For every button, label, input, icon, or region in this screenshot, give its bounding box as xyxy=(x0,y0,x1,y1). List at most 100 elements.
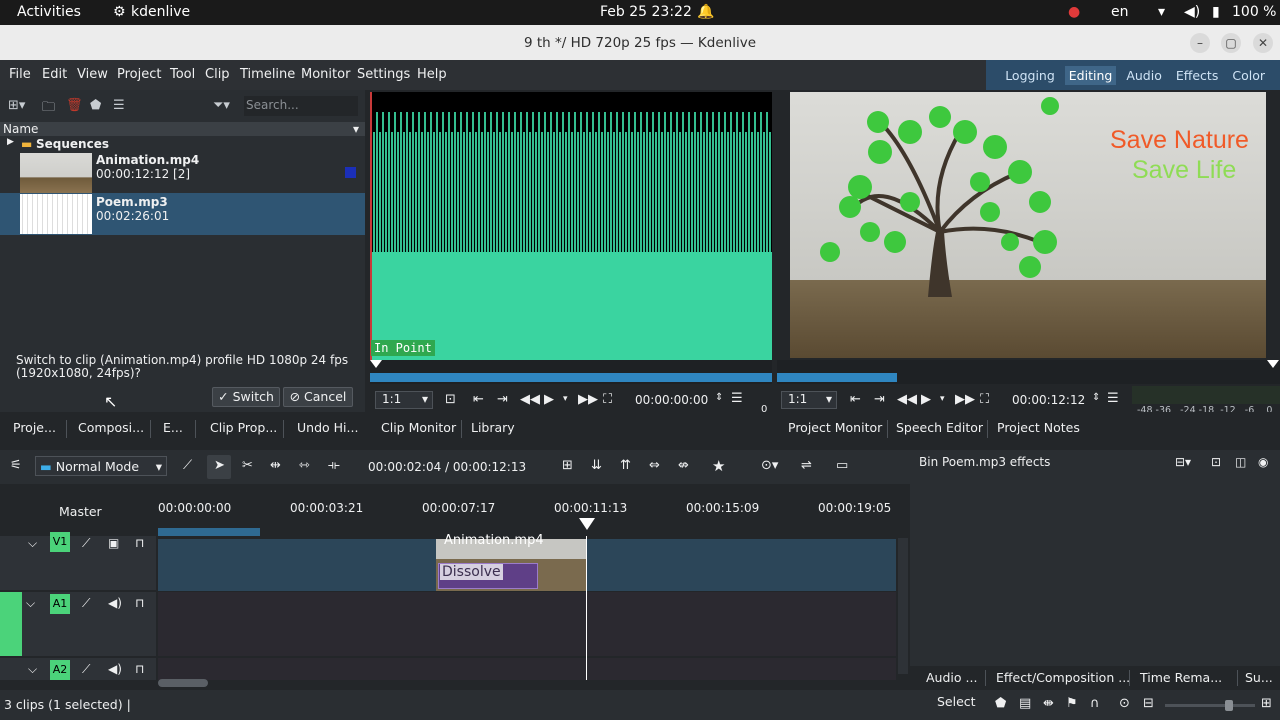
project-monitor-view[interactable]: Save Nature Save Life xyxy=(790,92,1266,358)
spinner-icon[interactable]: ⇕ xyxy=(715,392,723,403)
project-timecode[interactable]: 00:00:12:12 xyxy=(1012,393,1085,407)
favorite-star-icon[interactable]: ★ xyxy=(712,457,725,475)
menu-tool[interactable]: Tool xyxy=(170,67,195,82)
layout-audio[interactable]: Audio xyxy=(1122,66,1166,85)
search-input[interactable]: Search... xyxy=(244,96,358,116)
tab-time-remap[interactable]: Time Rema... xyxy=(1140,670,1222,685)
tab-effect-composition[interactable]: Effect/Composition ... xyxy=(996,670,1130,685)
layout-logging[interactable]: Logging xyxy=(1001,66,1059,85)
play-icon[interactable]: ▶ xyxy=(544,392,554,407)
clip-timecode[interactable]: 00:00:00:00 xyxy=(635,393,708,407)
tab-undo-history[interactable]: Undo Hi... xyxy=(297,420,358,435)
layout-editing[interactable]: Editing xyxy=(1064,65,1117,85)
set-out-point-icon[interactable]: ⇥ xyxy=(874,392,885,407)
effects-wand-icon[interactable]: ⟋ xyxy=(82,596,90,611)
tab-clip-monitor[interactable]: Clip Monitor xyxy=(381,420,456,435)
record-icon[interactable]: ⊙▾ xyxy=(761,458,778,473)
crop-icon[interactable]: ⛶ xyxy=(980,392,989,407)
tab-compositions[interactable]: Composi... xyxy=(78,420,144,435)
transition-dissolve[interactable]: Dissolve xyxy=(438,563,538,589)
clip-monitor-ruler[interactable] xyxy=(370,360,772,384)
set-out-point-icon[interactable]: ⇥ xyxy=(497,392,508,407)
activities-button[interactable]: Activities xyxy=(17,4,81,20)
forward-icon[interactable]: ▶▶ xyxy=(578,392,598,407)
snap-icon[interactable]: ⊞ xyxy=(562,458,573,473)
track-head-v1[interactable]: ⌵ V1 ⟋ ▣ ⊓ xyxy=(0,532,156,590)
horizontal-scrollbar[interactable] xyxy=(158,679,208,687)
tab-effects[interactable]: E... xyxy=(163,420,183,435)
bin-folder-sequences[interactable]: ▶ ▬ Sequences xyxy=(0,137,365,151)
bin-clip-poem[interactable]: Poem.mp3 00:02:26:01 xyxy=(0,193,365,235)
project-zoom-select[interactable]: 1:1 ▾ xyxy=(781,391,837,409)
monitor-menu-icon[interactable]: ☰ xyxy=(731,391,743,406)
menu-project[interactable]: Project xyxy=(117,67,161,82)
effects-wand-icon[interactable]: ⟋ xyxy=(82,536,90,551)
subtitle-icon[interactable]: ▭ xyxy=(836,458,848,473)
lift-icon[interactable]: ⇎ xyxy=(678,458,689,473)
app-menu[interactable]: kdenlive xyxy=(131,4,190,20)
film-icon[interactable]: ▣ xyxy=(108,536,119,550)
timeline-ruler[interactable]: Master 00:00:00:00 00:00:03:21 00:00:07:… xyxy=(0,484,910,536)
cancel-button[interactable]: ⊘ Cancel xyxy=(283,387,353,407)
slip-tool-icon[interactable]: ⇹ xyxy=(270,458,281,473)
zoom-out-icon[interactable]: ⊟ xyxy=(1143,696,1154,711)
spacer-tool-icon[interactable]: ⟋ xyxy=(183,458,192,473)
chevron-down-icon[interactable]: ▾ xyxy=(563,394,568,404)
razor-tool-icon[interactable]: ✂ xyxy=(242,458,253,473)
chevron-down-icon[interactable]: ▾ xyxy=(940,394,945,404)
tab-subtitles[interactable]: Su... xyxy=(1245,670,1273,685)
project-monitor-ruler[interactable] xyxy=(777,360,1280,384)
vertical-scrollbar[interactable] xyxy=(898,538,908,674)
zoom-fit-icon[interactable]: ⊙ xyxy=(1119,696,1130,711)
eye-icon[interactable]: ◉ xyxy=(1258,455,1268,469)
tab-audio-mixer[interactable]: Audio ... xyxy=(926,670,977,685)
set-in-point-icon[interactable]: ⇤ xyxy=(850,392,861,407)
split-view-icon[interactable]: ◫ xyxy=(1235,455,1246,469)
tab-speech-editor[interactable]: Speech Editor xyxy=(896,420,983,435)
spinner-icon[interactable]: ⇕ xyxy=(1092,392,1100,403)
menu-edit[interactable]: Edit xyxy=(42,67,67,82)
insert-icon[interactable]: ⇊ xyxy=(591,458,602,473)
add-clip-icon[interactable]: ⊞▾ xyxy=(8,98,25,113)
forward-icon[interactable]: ▶▶ xyxy=(955,392,975,407)
track-head-a2[interactable]: ⌵ A2 ⟋ ◀) ⊓ xyxy=(0,658,156,680)
timeline-position[interactable]: 00:00:02:04 / 00:00:12:13 xyxy=(368,460,526,474)
zoom-in-icon[interactable]: ⊞ xyxy=(1261,696,1272,711)
clip-monitor-view[interactable]: In Point xyxy=(370,92,772,360)
delete-icon[interactable]: 🗑 xyxy=(66,98,83,113)
crop-icon[interactable]: ⛶ xyxy=(603,392,612,407)
menu-settings[interactable]: Settings xyxy=(357,67,410,82)
collapse-icon[interactable]: ⌵ xyxy=(28,536,37,551)
playhead-icon[interactable] xyxy=(579,518,595,530)
menu-help[interactable]: Help xyxy=(417,67,447,82)
collapse-icon[interactable]: ⌵ xyxy=(26,596,35,611)
zone-bar[interactable] xyxy=(158,528,260,536)
marker-flag-icon[interactable]: ⚑ xyxy=(1066,696,1078,711)
language-indicator[interactable]: en xyxy=(1111,4,1129,20)
speaker-icon[interactable]: ◀) xyxy=(108,662,122,676)
filter-icon[interactable]: ⏷▾ xyxy=(213,98,230,113)
speaker-icon[interactable]: ◀) xyxy=(108,596,122,610)
rewind-icon[interactable]: ◀◀ xyxy=(897,392,917,407)
lock-icon[interactable]: ⊓ xyxy=(135,596,144,610)
zoom-slider-handle[interactable] xyxy=(1225,700,1233,711)
bin-clip-animation[interactable]: Animation.mp4 00:00:12:12 [2] xyxy=(0,151,365,193)
save-icon[interactable]: ▤ xyxy=(1019,696,1031,711)
tab-project-bin[interactable]: Proje... xyxy=(13,420,56,435)
extract-icon[interactable]: ⇔ xyxy=(649,458,660,473)
maximize-button[interactable]: ▢ xyxy=(1221,33,1241,53)
close-button[interactable]: ✕ xyxy=(1253,33,1273,53)
tab-project-monitor[interactable]: Project Monitor xyxy=(788,420,882,435)
menu-clip[interactable]: Clip xyxy=(205,67,230,82)
menu-view[interactable]: View xyxy=(77,67,108,82)
layout-effects[interactable]: Effects xyxy=(1172,66,1223,85)
name-column-header[interactable]: Name ▾ xyxy=(0,122,365,136)
tab-project-notes[interactable]: Project Notes xyxy=(997,420,1080,435)
tab-clip-properties[interactable]: Clip Prop... xyxy=(210,420,277,435)
tab-library[interactable]: Library xyxy=(471,420,515,435)
open-folder-icon[interactable]: 🗀 xyxy=(42,98,55,120)
track-v1[interactable]: Animation.mp4 Dissolve xyxy=(158,533,896,591)
zoom-slider[interactable] xyxy=(1165,700,1255,711)
slide-tool-icon[interactable]: ⟛ xyxy=(328,458,340,473)
set-in-point-icon[interactable]: ⇤ xyxy=(473,392,484,407)
